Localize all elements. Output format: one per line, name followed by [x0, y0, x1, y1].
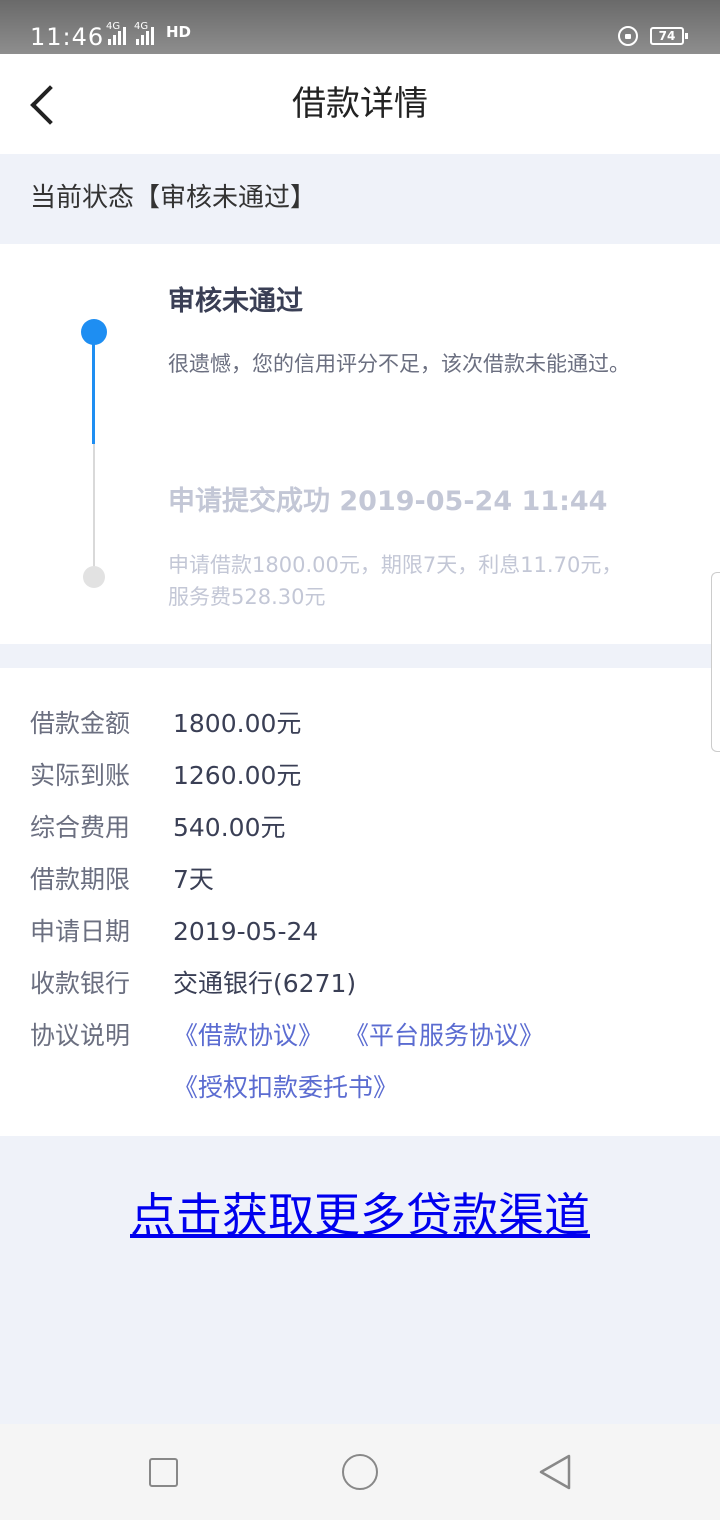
timeline-step-desc: 很遗憾，您的信用评分不足，该次借款未能通过。 [168, 352, 630, 376]
more-loan-channels-link[interactable]: 点击获取更多贷款渠道 [0, 1180, 720, 1250]
timeline-dot [83, 566, 105, 588]
loan-timeline: 审核未通过 很遗憾，您的信用评分不足，该次借款未能通过。 申请提交成功 2019… [0, 244, 720, 644]
authorization-link[interactable]: 《授权扣款委托书》 [173, 1070, 398, 1106]
back-triangle-icon[interactable] [538, 1454, 572, 1490]
side-drawer-handle[interactable] [711, 572, 720, 752]
timeline-step-title: 申请提交成功 2019-05-24 11:44 [168, 486, 608, 517]
detail-value: 7天 [173, 865, 214, 894]
timeline-line [93, 444, 95, 569]
detail-label: 实际到账 [30, 761, 131, 790]
home-icon[interactable] [342, 1454, 378, 1490]
signal-icon: 4G [106, 21, 126, 45]
detail-row-agreements-2: 《授权扣款委托书》 [0, 1062, 720, 1114]
battery-icon: 74 [650, 27, 688, 45]
recents-icon[interactable] [149, 1458, 178, 1487]
loan-agreement-link[interactable]: 《借款协议》 [173, 1018, 323, 1054]
current-status-text: 当前状态【审核未通过】 [30, 183, 317, 213]
platform-agreement-link[interactable]: 《平台服务协议》 [344, 1018, 544, 1054]
detail-row-loan-amount: 借款金额 1800.00元 [0, 698, 720, 750]
detail-value: 2019-05-24 [173, 917, 319, 946]
detail-value: 540.00元 [173, 813, 286, 842]
detail-label: 借款期限 [30, 865, 131, 894]
signal-icon-2: 4G [134, 21, 154, 45]
detail-label: 借款金额 [30, 709, 131, 738]
timeline-dot-active [81, 319, 107, 345]
detail-row-agreements: 协议说明 《借款协议》 《平台服务协议》 [0, 1010, 720, 1062]
detail-label: 协议说明 [30, 1021, 131, 1050]
detail-row-received: 实际到账 1260.00元 [0, 750, 720, 802]
detail-label: 收款银行 [30, 969, 131, 998]
page-title: 借款详情 [292, 84, 428, 124]
timeline-line-active [92, 344, 95, 444]
detail-row-fees: 综合费用 540.00元 [0, 802, 720, 854]
loan-details: 借款金额 1800.00元 实际到账 1260.00元 综合费用 540.00元… [0, 668, 720, 1136]
detail-row-term: 借款期限 7天 [0, 854, 720, 906]
detail-label: 综合费用 [30, 813, 131, 842]
current-status-bar: 当前状态【审核未通过】 [0, 154, 720, 244]
timeline-step-title: 审核未通过 [168, 286, 303, 317]
system-nav-bar [0, 1424, 720, 1520]
hd-icon: HD [166, 23, 192, 41]
detail-label: 申请日期 [30, 917, 131, 946]
timeline-step-desc: 申请借款1800.00元，期限7天，利息11.70元，服务费528.30元 [168, 553, 623, 609]
detail-row-bank: 收款银行 交通银行(6271) [0, 958, 720, 1010]
detail-row-date: 申请日期 2019-05-24 [0, 906, 720, 958]
status-bar: 11:46 4G 4G HD 74 [0, 0, 720, 54]
detail-value: 1800.00元 [173, 709, 302, 738]
rotation-lock-icon [618, 26, 638, 46]
detail-value: 交通银行(6271) [173, 969, 357, 998]
app-header: 借款详情 [0, 54, 720, 154]
status-time: 11:46 [30, 23, 105, 51]
detail-value: 1260.00元 [173, 761, 302, 790]
